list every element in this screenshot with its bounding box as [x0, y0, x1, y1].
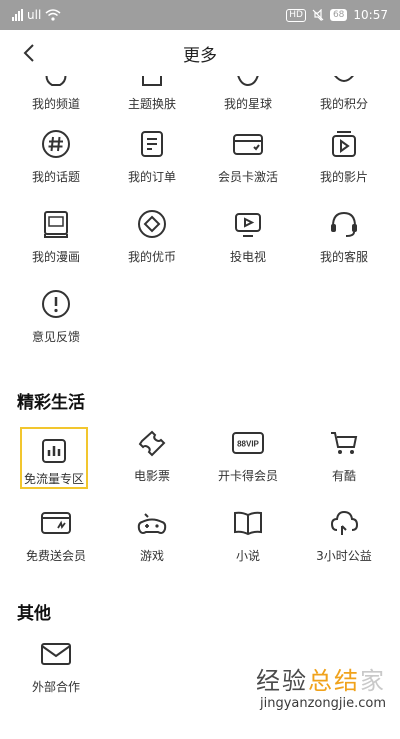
grid-item-my-coins[interactable]: 我的优币 [104, 208, 200, 288]
book-icon [232, 507, 264, 539]
grid-item-movie-ticket[interactable]: 电影票 [104, 427, 200, 507]
grid-item-feedback[interactable]: 意见反馈 [8, 288, 104, 368]
theme-icon [136, 76, 168, 87]
order-list-icon [136, 128, 168, 160]
grid-item-label: 3小时公益 [316, 549, 372, 563]
grid-item-my-topics[interactable]: 我的话题 [8, 128, 104, 208]
vip-badge-text: 88VIP [237, 440, 259, 449]
grid-item-free-vip[interactable]: 免费送会员 [8, 507, 104, 587]
chevron-left-icon [23, 44, 34, 62]
grid-item-my-comics[interactable]: 我的漫画 [8, 208, 104, 288]
grid-item-label: 我的优币 [127, 250, 176, 264]
grid-item-label: 我的影片 [319, 170, 368, 184]
grid-item-novels[interactable]: 小说 [200, 507, 296, 587]
grid-item-label: 会员卡激活 [217, 170, 278, 184]
status-right: HD 68 10:57 [286, 8, 388, 22]
grid-item-my-orders[interactable]: 我的订单 [104, 128, 200, 208]
grid-item-data-free[interactable]: 免流量专区 [20, 427, 88, 489]
grid-item-label: 我的积分 [319, 97, 368, 111]
planet-icon [232, 76, 264, 87]
watermark: 经验总结家 jingyanzongjie.com [256, 661, 386, 711]
card-icon [232, 128, 264, 160]
grid-item-label: 我的频道 [31, 97, 80, 111]
mute-icon [312, 9, 324, 21]
grid-item-games[interactable]: 游戏 [104, 507, 200, 587]
grid-item-label: 外部合作 [31, 680, 80, 694]
top-row: 我的频道 主题换肤 我的星球 我的积分 [0, 76, 400, 116]
grid-item-label: 游戏 [139, 549, 164, 563]
cart-icon [328, 427, 360, 459]
charity-icon [328, 507, 360, 539]
hashtag-icon [40, 128, 72, 160]
grid-item-label: 意见反馈 [31, 330, 80, 344]
my-features-grid: 我的话题 我的订单 会员卡激活 我的影片 我的漫画 我的优币 投电视 我的客服 … [0, 128, 400, 368]
vip-card-icon: 88VIP [232, 427, 264, 459]
back-button[interactable] [14, 38, 44, 68]
grid-item-partnership[interactable]: 外部合作 [8, 638, 104, 718]
grid-item-label: 小说 [235, 549, 260, 563]
page-title: 更多 [183, 45, 217, 66]
grid-item-customer-service[interactable]: 我的客服 [296, 208, 392, 288]
grid-item-label: 开卡得会员 [217, 469, 278, 483]
data-free-icon [38, 435, 70, 466]
grid-item-card-activate[interactable]: 会员卡激活 [200, 128, 296, 208]
grid-item-label: 我的客服 [319, 250, 368, 264]
watermark-logo: 经验总结家 [256, 667, 386, 695]
grid-item-label: 我的星球 [223, 97, 272, 111]
tv-cast-icon [232, 208, 264, 240]
status-left: ull [12, 8, 61, 22]
grid-item-label: 我的漫画 [31, 250, 80, 264]
headset-icon [328, 208, 360, 240]
gamepad-icon [136, 507, 168, 539]
status-bar: ull HD 68 10:57 [0, 0, 400, 30]
signal-icon [12, 9, 23, 21]
grid-item-my-points[interactable]: 我的积分 [296, 76, 392, 116]
clock: 10:57 [353, 8, 388, 22]
grid-item-label: 电影票 [133, 469, 170, 483]
grid-item-label: 免费送会员 [25, 549, 86, 563]
grid-item-label: 我的话题 [31, 170, 80, 184]
channel-icon [40, 76, 72, 87]
feedback-icon [40, 288, 72, 320]
grid-item-youku-shop[interactable]: 有酷 [296, 427, 392, 507]
grid-item-label: 免流量专区 [23, 472, 84, 486]
points-icon [328, 76, 360, 87]
grid-item-my-channel[interactable]: 我的频道 [8, 76, 104, 116]
envelope-icon [40, 638, 72, 670]
battery-icon: 68 [329, 9, 348, 21]
ticket-icon [136, 427, 168, 459]
wifi-icon [45, 9, 61, 21]
grid-item-label: 主题换肤 [127, 97, 176, 111]
carrier-text: ull [27, 8, 42, 22]
section-title-life: 精彩生活 [17, 393, 85, 413]
grid-item-charity[interactable]: 3小时公益 [296, 507, 392, 587]
nav-bar: 更多 [0, 30, 400, 76]
video-icon [328, 128, 360, 160]
grid-item-cast-tv[interactable]: 投电视 [200, 208, 296, 288]
hd-badge: HD [286, 8, 306, 22]
grid-item-label: 有酷 [331, 469, 356, 483]
life-grid: 免流量专区 电影票 88VIP 开卡得会员 有酷 免费送会员 游戏 小说 3小时… [0, 427, 400, 587]
grid-item-my-videos[interactable]: 我的影片 [296, 128, 392, 208]
comic-icon [40, 208, 72, 240]
grid-item-vip-card[interactable]: 88VIP 开卡得会员 [200, 427, 296, 507]
grid-item-label: 我的订单 [127, 170, 176, 184]
gift-card-icon [40, 507, 72, 539]
coin-icon [136, 208, 168, 240]
grid-item-my-planet[interactable]: 我的星球 [200, 76, 296, 116]
section-title-other: 其他 [17, 604, 51, 624]
grid-item-theme[interactable]: 主题换肤 [104, 76, 200, 116]
grid-item-label: 投电视 [229, 250, 266, 264]
watermark-url: jingyanzongjie.com [259, 696, 386, 711]
